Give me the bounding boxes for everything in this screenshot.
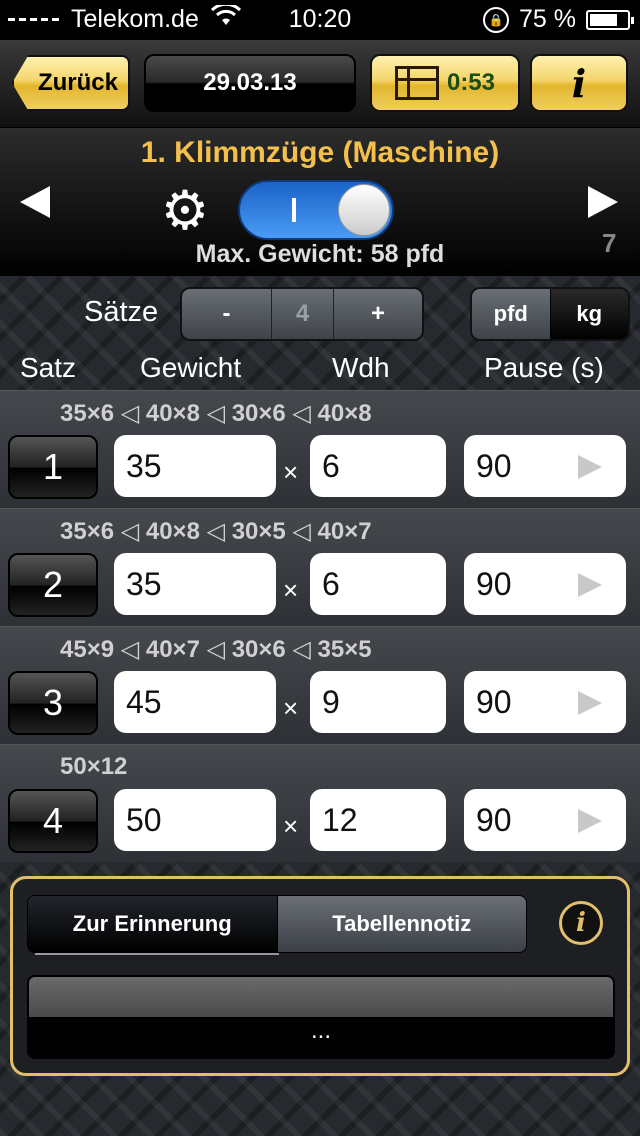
column-header-reps: Wdh — [332, 352, 390, 383]
exercise-title: 1. Klimmzüge (Maschine) — [140, 136, 500, 169]
play-icon[interactable] — [578, 455, 602, 479]
unit-kg-button[interactable]: kg — [550, 289, 628, 339]
active-tab-underline — [35, 953, 279, 955]
set-row: 45×9 ◁ 40×7 ◁ 30×6 ◁ 35×5 3 45 × 9 90 — [0, 626, 640, 744]
tab-reminder[interactable]: Zur Erinnerung — [28, 896, 277, 952]
notes-panel: Zur Erinnerung Tabellennotiz i ... — [10, 876, 630, 1076]
times-symbol: × — [283, 575, 299, 605]
battery-icon — [586, 9, 634, 30]
weight-input[interactable]: 35 — [114, 553, 276, 615]
status-bar: Telekom.de 10:20 🔒 75 % — [0, 0, 640, 40]
exercise-header: 1. Klimmzüge (Maschine) ⚙ Max. Gewicht: … — [0, 128, 640, 276]
set-history: 35×6 ◁ 40×8 ◁ 30×5 ◁ 40×7 — [60, 518, 372, 545]
notes-tabs: Zur Erinnerung Tabellennotiz — [27, 895, 527, 953]
rotation-lock-icon: 🔒 — [483, 6, 510, 33]
reps-input[interactable]: 6 — [310, 553, 446, 615]
play-icon[interactable] — [578, 573, 602, 597]
note-textbox[interactable]: ... — [27, 975, 615, 1059]
reps-input[interactable]: 12 — [310, 789, 446, 851]
column-header-pause: Pause (s) — [484, 352, 604, 383]
set-history: 35×6 ◁ 40×8 ◁ 30×6 ◁ 40×8 — [60, 400, 372, 427]
set-row: 35×6 ◁ 40×8 ◁ 30×5 ◁ 40×7 2 35 × 6 90 — [0, 508, 640, 626]
unit-selector: pfd kg — [470, 287, 630, 341]
pause-input[interactable]: 90 — [464, 553, 626, 615]
reps-input[interactable]: 6 — [310, 435, 446, 497]
back-button[interactable]: Zurück — [12, 55, 130, 111]
note-textbox-header — [29, 977, 613, 1017]
pause-value: 90 — [476, 565, 512, 602]
timer-value: 0:53 — [446, 69, 496, 96]
set-history: 45×9 ◁ 40×7 ◁ 30×6 ◁ 35×5 — [60, 636, 372, 663]
battery-percent: 75 % — [519, 5, 576, 33]
set-number-button[interactable]: 4 — [8, 789, 98, 853]
weight-input[interactable]: 45 — [114, 671, 276, 733]
play-icon[interactable] — [578, 691, 602, 715]
toggle-knob[interactable] — [338, 184, 390, 236]
exercise-counter: 7 — [602, 228, 617, 258]
set-row: 50×12 4 50 × 12 90 — [0, 744, 640, 862]
play-icon[interactable] — [578, 809, 602, 833]
date-display[interactable]: 29.03.13 — [144, 54, 356, 112]
unit-pfd-button[interactable]: pfd — [472, 289, 551, 339]
next-exercise-icon[interactable] — [588, 186, 618, 218]
previous-exercise-icon[interactable] — [20, 186, 50, 218]
pause-input[interactable]: 90 — [464, 789, 626, 851]
times-symbol: × — [283, 693, 299, 723]
navigation-bar: Zurück 29.03.13 0:53 i — [0, 40, 640, 128]
table-icon — [394, 66, 439, 100]
times-symbol: × — [283, 811, 299, 841]
note-content: ... — [29, 1017, 613, 1057]
set-history: 50×12 — [60, 753, 128, 780]
pause-input[interactable]: 90 — [464, 435, 626, 497]
sets-increment-button[interactable]: + — [334, 289, 422, 339]
toggle-on-indicator — [292, 198, 296, 222]
reps-input[interactable]: 9 — [310, 671, 446, 733]
info-icon[interactable]: i — [559, 901, 603, 945]
pause-value: 90 — [476, 683, 512, 720]
sets-count: 4 — [272, 289, 334, 339]
pause-value: 90 — [476, 801, 512, 838]
set-number-button[interactable]: 2 — [8, 553, 98, 617]
set-number-button[interactable]: 1 — [8, 435, 98, 499]
times-symbol: × — [283, 457, 299, 487]
gear-icon[interactable]: ⚙ — [158, 184, 212, 238]
set-row: 35×6 ◁ 40×8 ◁ 30×6 ◁ 40×8 1 35 × 6 90 — [0, 390, 640, 508]
weight-input[interactable]: 50 — [114, 789, 276, 851]
sets-decrement-button[interactable]: - — [182, 289, 272, 339]
tab-table-note[interactable]: Tabellennotiz — [276, 896, 526, 952]
pause-value: 90 — [476, 447, 512, 484]
exercise-toggle[interactable] — [238, 180, 394, 240]
timer-button[interactable]: 0:53 — [370, 54, 520, 112]
sets-stepper: - 4 + — [180, 287, 424, 341]
sets-label: Sätze — [84, 296, 159, 328]
max-weight-label: Max. Gewicht: 58 pfd — [195, 240, 445, 268]
column-header-set: Satz — [20, 352, 77, 383]
column-header-weight: Gewicht — [140, 352, 242, 383]
set-number-button[interactable]: 3 — [8, 671, 98, 735]
info-button[interactable]: i — [530, 54, 628, 112]
pause-input[interactable]: 90 — [464, 671, 626, 733]
weight-input[interactable]: 35 — [114, 435, 276, 497]
